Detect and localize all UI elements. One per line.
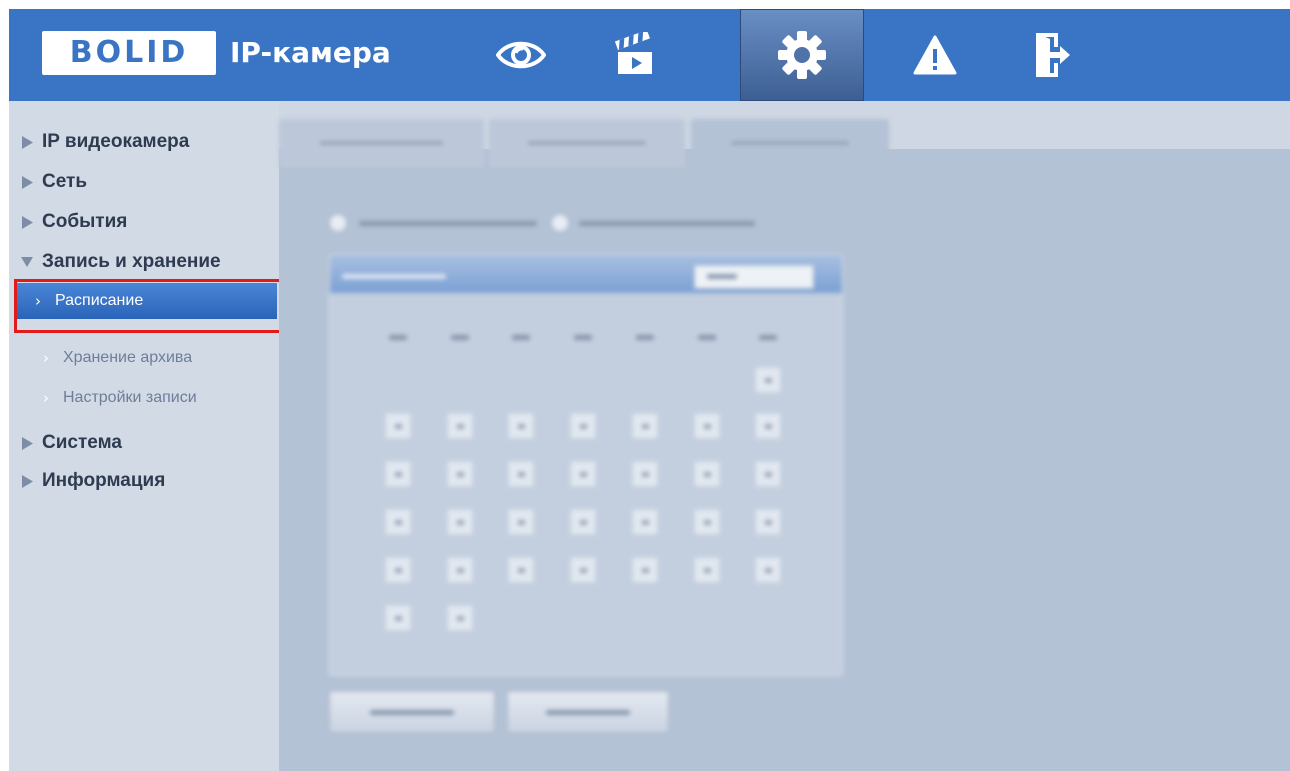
- collapsed-triangle-icon: [21, 474, 33, 488]
- schedule-cell[interactable]: [508, 413, 534, 439]
- nav-logout-button[interactable]: [994, 9, 1110, 101]
- sidebar-item-ip-camera[interactable]: IP видеокамера: [9, 125, 279, 159]
- panel-select[interactable]: [694, 265, 814, 289]
- schedule-cell[interactable]: [570, 461, 596, 487]
- schedule-cell[interactable]: [508, 557, 534, 583]
- schedule-cell[interactable]: [447, 509, 473, 535]
- radio-label-1: [359, 221, 537, 226]
- app-window: BOLID IP-камера IP видеокамера Сеть Собы…: [9, 9, 1290, 771]
- sidebar-item-label: Запись и хранение: [42, 251, 221, 272]
- day-label-blurred: [389, 335, 407, 340]
- sidebar-subitem-archive-storage[interactable]: › Хранение архива: [17, 340, 279, 376]
- chevron-right-icon: ›: [35, 292, 41, 310]
- radio-label-2: [579, 221, 755, 226]
- schedule-cell[interactable]: [570, 413, 596, 439]
- collapsed-triangle-icon: [21, 175, 33, 189]
- sidebar-item-label: Сеть: [42, 171, 88, 192]
- schedule-cell[interactable]: [694, 461, 720, 487]
- sidebar-subitem-label: Расписание: [55, 292, 144, 309]
- schedule-cell[interactable]: [447, 413, 473, 439]
- tab-blurred-3[interactable]: [691, 119, 889, 167]
- schedule-cell[interactable]: [447, 557, 473, 583]
- nav-live-view-button[interactable]: [463, 9, 579, 101]
- schedule-cell[interactable]: [632, 509, 658, 535]
- chevron-right-icon: ›: [43, 389, 49, 407]
- schedule-cell[interactable]: [385, 605, 411, 631]
- sidebar-item-label: Система: [42, 432, 122, 453]
- sidebar-item-network[interactable]: Сеть: [9, 165, 279, 199]
- collapsed-triangle-icon: [21, 436, 33, 450]
- schedule-cell[interactable]: [570, 509, 596, 535]
- app-title: IP-камера: [230, 36, 391, 69]
- top-header: BOLID IP-камера: [9, 9, 1290, 101]
- brand-logo: BOLID IP-камера: [42, 31, 391, 75]
- collapsed-triangle-icon: [21, 135, 33, 149]
- schedule-cell[interactable]: [694, 509, 720, 535]
- sidebar-subitem-label: Хранение архива: [63, 349, 193, 366]
- sidebar-subitem-schedule[interactable]: › Расписание: [17, 283, 277, 319]
- schedule-cell[interactable]: [508, 509, 534, 535]
- nav-playback-button[interactable]: [577, 9, 693, 101]
- schedule-cell[interactable]: [694, 557, 720, 583]
- schedule-cell[interactable]: [755, 367, 781, 393]
- schedule-cell[interactable]: [755, 461, 781, 487]
- schedule-cell[interactable]: [632, 461, 658, 487]
- schedule-cell[interactable]: [632, 557, 658, 583]
- exit-door-icon: [1036, 33, 1070, 77]
- panel-title-blurred: [342, 274, 446, 279]
- radio-option-1[interactable]: [329, 214, 347, 232]
- schedule-cell[interactable]: [755, 557, 781, 583]
- day-label-blurred: [698, 335, 716, 340]
- sidebar-item-label: Информация: [42, 470, 166, 491]
- expanded-triangle-icon: [21, 255, 33, 269]
- main-content: [279, 101, 1290, 771]
- schedule-cell[interactable]: [755, 509, 781, 535]
- nav-alarm-button[interactable]: [877, 9, 993, 101]
- chevron-right-icon: ›: [43, 349, 49, 367]
- schedule-cell[interactable]: [385, 413, 411, 439]
- radio-option-2[interactable]: [551, 214, 569, 232]
- schedule-cell[interactable]: [447, 605, 473, 631]
- schedule-cell[interactable]: [385, 509, 411, 535]
- sidebar-item-events[interactable]: События: [9, 205, 279, 239]
- tab-blurred-2[interactable]: [489, 119, 685, 167]
- schedule-cell[interactable]: [385, 557, 411, 583]
- panel-header: [330, 255, 842, 293]
- sidebar-subitem-record-settings[interactable]: › Настройки записи: [17, 380, 279, 416]
- day-label-blurred: [636, 335, 654, 340]
- sidebar-item-system[interactable]: Система: [9, 426, 279, 460]
- clapperboard-icon: [614, 32, 652, 74]
- action-button-2[interactable]: [507, 691, 669, 733]
- eye-icon: [496, 41, 546, 69]
- sidebar-item-recording-storage[interactable]: Запись и хранение: [9, 245, 279, 279]
- action-button-1[interactable]: [329, 691, 495, 733]
- schedule-cell[interactable]: [632, 413, 658, 439]
- nav-settings-button[interactable]: [740, 9, 864, 101]
- gear-icon: [778, 31, 826, 79]
- day-label-blurred: [512, 335, 530, 340]
- schedule-cell[interactable]: [447, 461, 473, 487]
- logo-text: BOLID: [69, 35, 189, 70]
- day-label-blurred: [759, 335, 777, 340]
- schedule-panel: [329, 254, 843, 676]
- tab-blurred-1[interactable]: [279, 119, 484, 167]
- schedule-cell[interactable]: [570, 557, 596, 583]
- warning-icon: [913, 35, 957, 75]
- sidebar-subitem-label: Настройки записи: [63, 389, 197, 406]
- sidebar-item-information[interactable]: Информация: [9, 464, 279, 498]
- collapsed-triangle-icon: [21, 215, 33, 229]
- sidebar-item-label: События: [42, 211, 128, 232]
- day-label-blurred: [574, 335, 592, 340]
- sidebar-menu: IP видеокамера Сеть События Запись и хра…: [9, 101, 279, 771]
- schedule-cell[interactable]: [385, 461, 411, 487]
- bolid-logo: BOLID: [42, 31, 216, 75]
- schedule-cell[interactable]: [694, 413, 720, 439]
- sidebar-item-label: IP видеокамера: [42, 131, 190, 152]
- schedule-cell[interactable]: [755, 413, 781, 439]
- schedule-cell[interactable]: [508, 461, 534, 487]
- day-label-blurred: [451, 335, 469, 340]
